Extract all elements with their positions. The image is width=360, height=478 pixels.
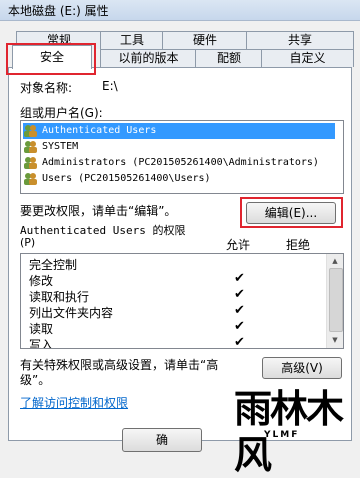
permission-row: 读取 ✔: [21, 319, 326, 336]
users-icon: [24, 173, 37, 185]
permissions-title: Authenticated Users 的权限: [20, 224, 186, 237]
check-icon: ✔: [234, 319, 245, 334]
tab-security[interactable]: 安全: [12, 45, 92, 69]
advanced-button[interactable]: 高级(V): [262, 357, 342, 379]
check-icon: ✔: [234, 287, 245, 302]
object-name-label: 对象名称:: [20, 81, 73, 95]
change-permissions-prompt: 要更改权限，请单击“编辑”。: [20, 204, 177, 218]
scroll-up-icon[interactable]: ▲: [329, 255, 341, 267]
group-label: 组或用户名(G):: [20, 106, 103, 120]
permission-row: 写入 ✔: [21, 335, 326, 349]
scroll-thumb[interactable]: [329, 268, 343, 332]
window-title: 本地磁盘 (E:) 属性: [8, 4, 109, 18]
check-icon: ✔: [234, 303, 245, 318]
access-control-help-link[interactable]: 了解访问控制和权限: [20, 394, 128, 411]
permission-row: 完全控制: [21, 255, 326, 272]
list-item-label: Administrators (PC201505261400\Administr…: [42, 157, 319, 168]
permission-row: 列出文件夹内容 ✔: [21, 303, 326, 320]
special-permissions-text-2: 级”。: [20, 373, 51, 387]
watermark-logo: 雨林木风 YLMF: [234, 386, 354, 477]
title-bar: 本地磁盘 (E:) 属性: [0, 0, 360, 21]
scroll-down-icon[interactable]: ▼: [329, 334, 341, 346]
users-icon: [24, 125, 37, 137]
tab-quota[interactable]: 配额: [195, 49, 263, 67]
users-icon: [24, 157, 37, 169]
permission-row: 修改 ✔: [21, 271, 326, 288]
list-item-label: Authenticated Users: [42, 125, 157, 136]
check-icon: ✔: [234, 271, 245, 286]
tab-customize[interactable]: 自定义: [261, 49, 354, 67]
watermark-small-text: YLMF: [264, 430, 300, 440]
edit-button[interactable]: 编辑(E)...: [246, 202, 336, 224]
permissions-list: 完全控制 修改 ✔ 读取和执行 ✔ 列出文件夹内容 ✔ 读取 ✔ 写入 ✔ ▲ …: [20, 253, 344, 349]
list-item-label: SYSTEM: [42, 141, 79, 152]
list-item[interactable]: Users (PC201505261400\Users): [23, 171, 335, 187]
object-name-value: E:\: [102, 79, 118, 93]
permission-name: 写入: [29, 338, 54, 349]
permissions-title-suffix: (P): [20, 236, 36, 249]
tab-sharing[interactable]: 共享: [246, 31, 354, 49]
tab-previous-versions[interactable]: 以前的版本: [100, 49, 197, 67]
list-item[interactable]: Administrators (PC201505261400\Administr…: [23, 155, 335, 171]
permission-row: 读取和执行 ✔: [21, 287, 326, 304]
tab-tools[interactable]: 工具: [100, 31, 164, 49]
deny-column-header: 拒绝: [286, 238, 311, 252]
ok-button[interactable]: 确: [122, 428, 202, 452]
allow-column-header: 允许: [226, 238, 251, 252]
list-item-label: Users (PC201505261400\Users): [42, 173, 211, 184]
list-item[interactable]: SYSTEM: [23, 139, 335, 155]
permissions-scrollbar[interactable]: ▲ ▼: [326, 254, 343, 348]
tab-hardware[interactable]: 硬件: [162, 31, 248, 49]
list-item[interactable]: Authenticated Users: [23, 123, 335, 139]
users-icon: [24, 141, 37, 153]
group-user-list[interactable]: Authenticated Users SYSTEM Administrator…: [20, 120, 344, 194]
check-icon: ✔: [234, 335, 245, 349]
